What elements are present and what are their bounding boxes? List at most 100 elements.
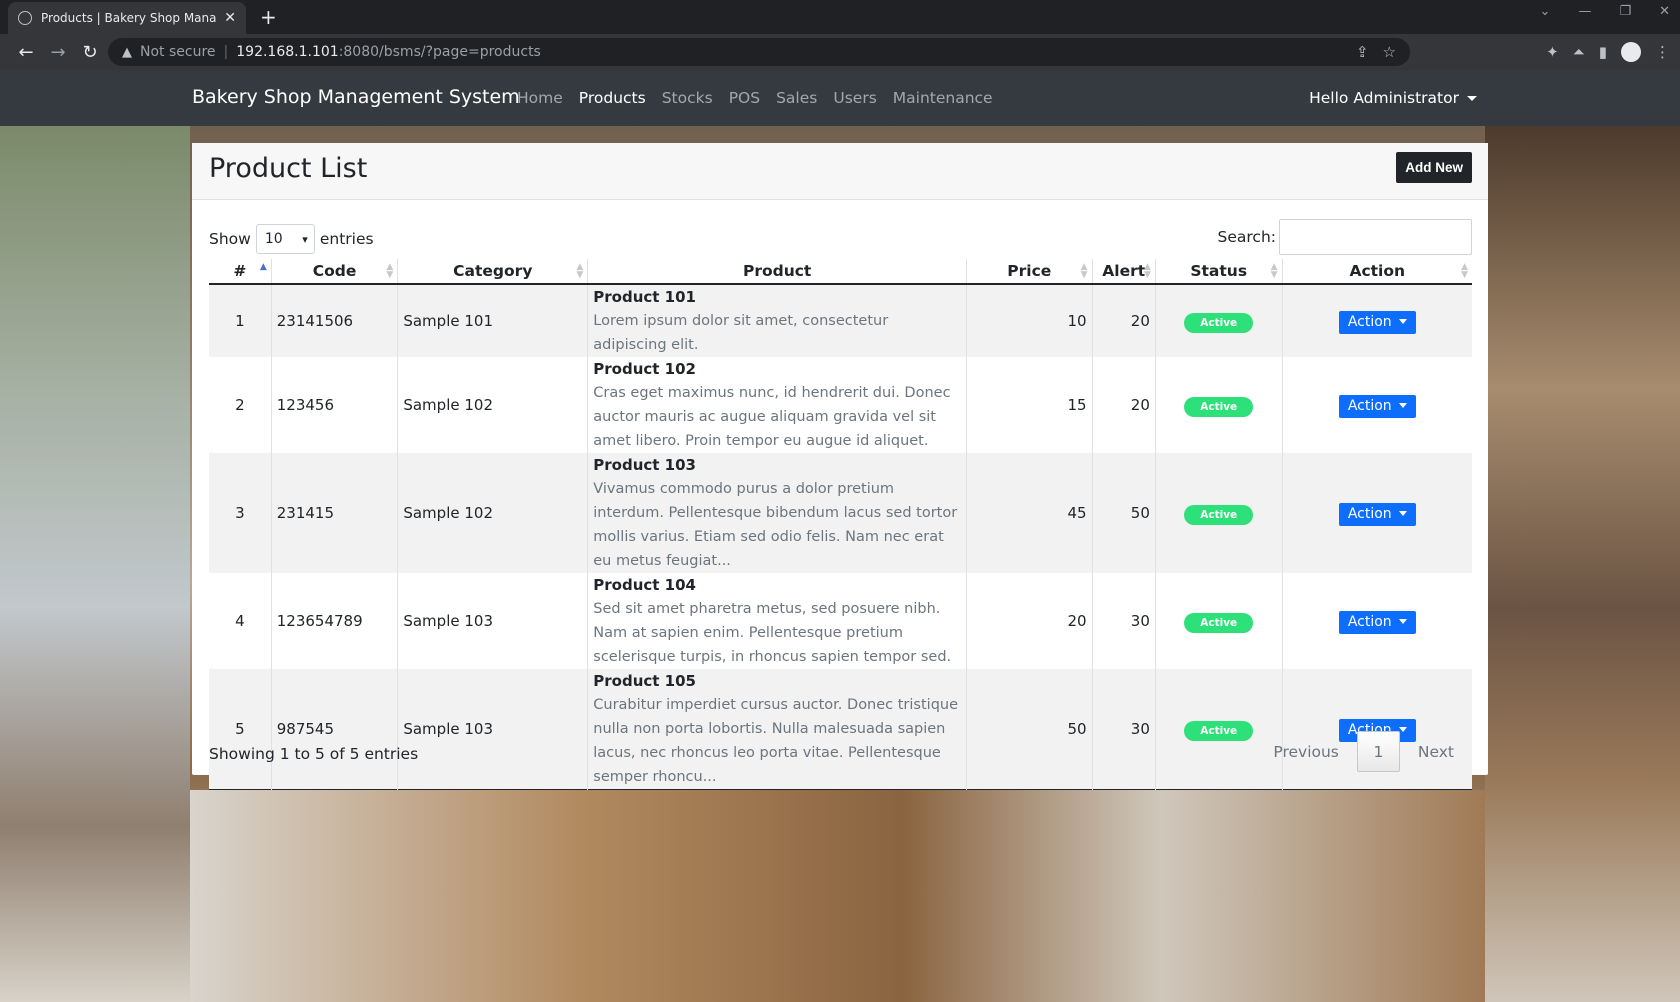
omnibox-icons: ⇪ ☆ — [1356, 38, 1396, 66]
product-category: Sample 102 — [397, 453, 588, 573]
entries-length-value: 10 — [264, 231, 283, 247]
browser-tab[interactable]: Products | Bakery Shop Managem ✕ — [8, 2, 246, 34]
entries-length-select[interactable]: 10 ▾ — [255, 224, 315, 254]
entries-label: entries — [319, 230, 374, 248]
nav-pos[interactable]: POS — [729, 89, 760, 107]
background-photo-right — [1485, 126, 1680, 1002]
action-dropdown-button[interactable]: Action — [1338, 610, 1416, 634]
action-cell: Action — [1281, 357, 1472, 453]
table-row: 2 123456 Sample 102 Product 102 Cras ege… — [209, 357, 1472, 453]
bookmark-star-icon[interactable]: ☆ — [1383, 43, 1396, 61]
column-header-category[interactable]: Category ▲ ▼ — [397, 259, 588, 285]
nav-links: Home Products Stocks POS Sales Users Mai… — [517, 89, 993, 107]
product-price: 20 — [966, 573, 1093, 669]
row-number: 4 — [209, 573, 272, 669]
row-number: 5 — [209, 669, 272, 790]
status-badge: Active — [1184, 613, 1254, 633]
more-menu-icon[interactable]: ⋮ — [1655, 43, 1670, 61]
table-header-row: # ▲ Code ▲ ▼ Category ▲ ▼ Product Price ▲ ▼ Ale… — [209, 259, 1472, 285]
action-dropdown-button[interactable]: Action — [1338, 310, 1416, 334]
product-cell: Product 105 Curabitur imperdiet cursus a… — [587, 669, 967, 790]
tab-search-icon[interactable]: ⌄ — [1540, 4, 1551, 19]
product-alert: 20 — [1091, 357, 1156, 453]
back-icon[interactable]: ← — [10, 42, 42, 63]
product-cell: Product 104 Sed sit amet pharetra metus,… — [587, 573, 967, 669]
next-page-button[interactable]: Next — [1400, 743, 1472, 761]
pagination: Previous 1 Next — [1255, 731, 1472, 772]
status-cell: Active — [1154, 357, 1282, 453]
sort-icon: ▲ ▼ — [1461, 262, 1468, 280]
navbar-brand[interactable]: Bakery Shop Management System — [192, 86, 520, 108]
product-name: Product 101 — [593, 288, 696, 306]
nav-stocks[interactable]: Stocks — [662, 89, 713, 107]
chevron-down-icon: ▾ — [302, 233, 308, 246]
reload-icon[interactable]: ↻ — [74, 42, 106, 63]
product-price: 50 — [966, 669, 1093, 790]
forward-icon[interactable]: → — [42, 42, 74, 63]
labs-flask-icon[interactable]: ⏶ — [1573, 43, 1585, 61]
background-photo-left — [0, 126, 190, 1002]
url-separator: | — [223, 44, 229, 60]
status-badge: Active — [1184, 505, 1254, 525]
top-navbar: Bakery Shop Management System Home Produ… — [0, 70, 1680, 126]
share-icon[interactable]: ⇪ — [1356, 43, 1369, 61]
sort-asc-icon: ▲ — [259, 262, 267, 272]
table-row: 1 23141506 Sample 101 Product 101 Lorem … — [209, 284, 1472, 357]
column-header-action[interactable]: Action ▲ ▼ — [1281, 259, 1472, 285]
table-row: 3 231415 Sample 102 Product 103 Vivamus … — [209, 453, 1472, 573]
globe-icon — [18, 11, 32, 25]
add-new-button[interactable]: Add New — [1396, 152, 1472, 183]
browser-toolbar: ← → ↻ ▲ Not secure | 192.168.1.101 :8080… — [0, 34, 1680, 70]
sort-icon: ▲ ▼ — [576, 262, 584, 280]
nav-users[interactable]: Users — [833, 89, 876, 107]
product-description: Cras eget maximus nunc, id hendrerit dui… — [593, 385, 951, 449]
card-header: Product List Add New — [192, 143, 1488, 200]
user-dropdown[interactable]: Hello Administrator — [1309, 89, 1477, 107]
datatable-controls: Show 10 ▾ entries Search: — [209, 219, 1472, 255]
close-tab-icon[interactable]: ✕ — [224, 10, 236, 26]
product-code: 23141506 — [270, 284, 398, 357]
close-window-icon[interactable]: ✕ — [1659, 4, 1670, 19]
nav-sales[interactable]: Sales — [776, 89, 817, 107]
row-number: 3 — [209, 453, 272, 573]
status-badge: Active — [1184, 313, 1254, 333]
table-row: 4 123654789 Sample 103 Product 104 Sed s… — [209, 573, 1472, 669]
nav-home[interactable]: Home — [517, 89, 563, 107]
caret-down-icon — [1398, 619, 1407, 624]
search-control: Search: — [1218, 219, 1472, 255]
column-header-product: Product — [587, 259, 967, 285]
product-description: Curabitur imperdiet cursus auctor. Donec… — [593, 697, 959, 785]
search-input[interactable] — [1279, 219, 1472, 255]
product-category: Sample 103 — [397, 669, 588, 790]
warning-icon[interactable]: ▲ — [122, 45, 132, 60]
minimize-icon[interactable]: — — [1578, 4, 1591, 19]
previous-page-button[interactable]: Previous — [1255, 743, 1357, 761]
new-tab-icon[interactable]: + — [260, 5, 277, 29]
product-code: 987545 — [270, 669, 398, 790]
page-1-button[interactable]: 1 — [1356, 731, 1400, 772]
column-header-code[interactable]: Code ▲ ▼ — [270, 259, 398, 285]
user-greeting: Hello Administrator — [1309, 89, 1459, 107]
caret-down-icon — [1398, 403, 1407, 408]
restore-icon[interactable]: ❐ — [1619, 4, 1631, 19]
url-path: :8080/bsms/?page=products — [338, 44, 541, 60]
product-cell: Product 102 Cras eget maximus nunc, id h… — [587, 357, 967, 453]
status-badge: Active — [1184, 397, 1254, 417]
sort-icon: ▲ ▼ — [386, 262, 394, 280]
action-dropdown-button[interactable]: Action — [1338, 394, 1416, 418]
background-photo-floor — [190, 790, 1485, 1002]
product-name: Product 103 — [593, 456, 696, 474]
profile-avatar-icon[interactable] — [1621, 42, 1641, 62]
column-header-number[interactable]: # ▲ — [209, 259, 272, 285]
column-header-alert[interactable]: Alert ▲ ▼ — [1091, 259, 1156, 285]
nav-maintenance[interactable]: Maintenance — [893, 89, 993, 107]
product-price: 15 — [966, 357, 1093, 453]
product-description: Sed sit amet pharetra metus, sed posuere… — [593, 601, 952, 665]
extensions-puzzle-icon[interactable]: ✦ — [1546, 43, 1559, 61]
address-bar[interactable]: ▲ Not secure | 192.168.1.101 :8080/bsms/… — [108, 38, 1410, 66]
nav-products[interactable]: Products — [579, 89, 646, 107]
column-header-price[interactable]: Price ▲ ▼ — [966, 259, 1093, 285]
action-dropdown-button[interactable]: Action — [1338, 502, 1416, 526]
column-header-status[interactable]: Status ▲ ▼ — [1154, 259, 1282, 285]
side-panel-icon[interactable]: ▮ — [1599, 43, 1607, 61]
